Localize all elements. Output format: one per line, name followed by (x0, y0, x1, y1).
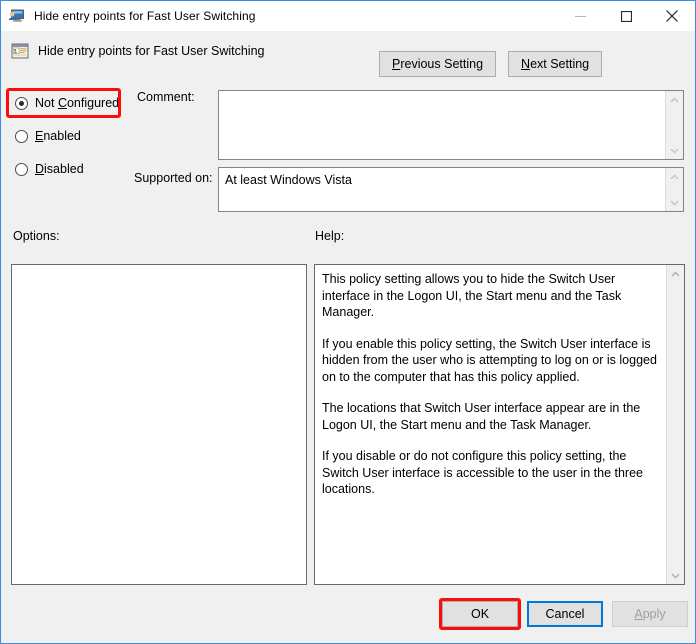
cancel-button[interactable]: Cancel (527, 601, 603, 627)
policy-state-radio-group: Not Configured Enabled Disabled (15, 91, 119, 190)
dialog-footer-buttons: OK Cancel Apply (442, 601, 688, 627)
help-paragraph: If you enable this policy setting, the S… (322, 336, 657, 384)
help-paragraph: The locations that Switch User interface… (322, 401, 641, 432)
options-label: Options: (13, 229, 60, 243)
help-paragraph: This policy setting allows you to hide t… (322, 272, 622, 319)
apply-label-rest: pply (642, 607, 666, 621)
supported-on-label: Supported on: (134, 171, 213, 185)
radio-enabled[interactable]: Enabled (15, 124, 119, 148)
previous-setting-button[interactable]: Previous Setting (379, 51, 497, 77)
next-setting-label-rest: ext Setting (530, 57, 590, 71)
supported-on-value: At least Windows Vista (225, 173, 352, 187)
radio-not-configured-mark[interactable] (15, 96, 28, 110)
scroll-down-icon[interactable] (670, 142, 679, 159)
setting-navigation: Previous Setting Next Setting (379, 51, 603, 77)
policy-name: Hide entry points for Fast User Switchin… (38, 44, 265, 58)
radio-enabled-mark[interactable] (15, 129, 28, 143)
scroll-up-icon[interactable] (670, 91, 679, 108)
supported-on-scrollbar[interactable] (665, 168, 683, 211)
group-policy-setting-dialog: Hide entry points for Fast User Switchin… (0, 0, 696, 644)
help-paragraph: If you disable or do not configure this … (322, 449, 643, 496)
options-content (12, 265, 306, 584)
radio-enabled-label: Enabled (35, 129, 81, 143)
radio-not-configured[interactable]: Not Configured (15, 91, 119, 115)
window-title: Hide entry points for Fast User Switchin… (34, 9, 256, 23)
comment-textbox[interactable] (218, 90, 684, 160)
footer-divider (2, 591, 694, 592)
close-button[interactable] (649, 1, 695, 31)
comment-label: Comment: (137, 90, 195, 104)
help-scrollbar[interactable] (666, 265, 684, 584)
policy-window-icon (10, 41, 30, 61)
scroll-up-icon[interactable] (670, 168, 679, 185)
title-bar: Hide entry points for Fast User Switchin… (1, 1, 695, 31)
apply-button: Apply (612, 601, 688, 627)
options-panel[interactable] (11, 264, 307, 585)
radio-disabled-mark[interactable] (15, 162, 28, 176)
supported-on-textbox: At least Windows Vista (218, 167, 684, 212)
radio-disabled[interactable]: Disabled (15, 157, 119, 181)
window-controls (557, 1, 695, 31)
help-label: Help: (315, 229, 345, 243)
previous-setting-label-rest: revious Setting (400, 57, 484, 71)
minimize-button[interactable] (557, 1, 603, 31)
ok-button[interactable]: OK (442, 601, 518, 627)
scroll-down-icon[interactable] (670, 194, 679, 211)
user-monitor-icon (8, 7, 26, 25)
next-setting-button[interactable]: Next Setting (508, 51, 603, 77)
comment-scrollbar[interactable] (665, 91, 683, 159)
maximize-button[interactable] (603, 1, 649, 31)
scroll-up-icon[interactable] (671, 265, 680, 282)
help-content: This policy setting allows you to hide t… (315, 265, 666, 584)
radio-not-configured-label: Not Configured (35, 96, 120, 110)
scroll-down-icon[interactable] (671, 567, 680, 584)
comment-value[interactable] (219, 91, 665, 159)
radio-disabled-label: Disabled (35, 162, 84, 176)
help-panel: This policy setting allows you to hide t… (314, 264, 685, 585)
